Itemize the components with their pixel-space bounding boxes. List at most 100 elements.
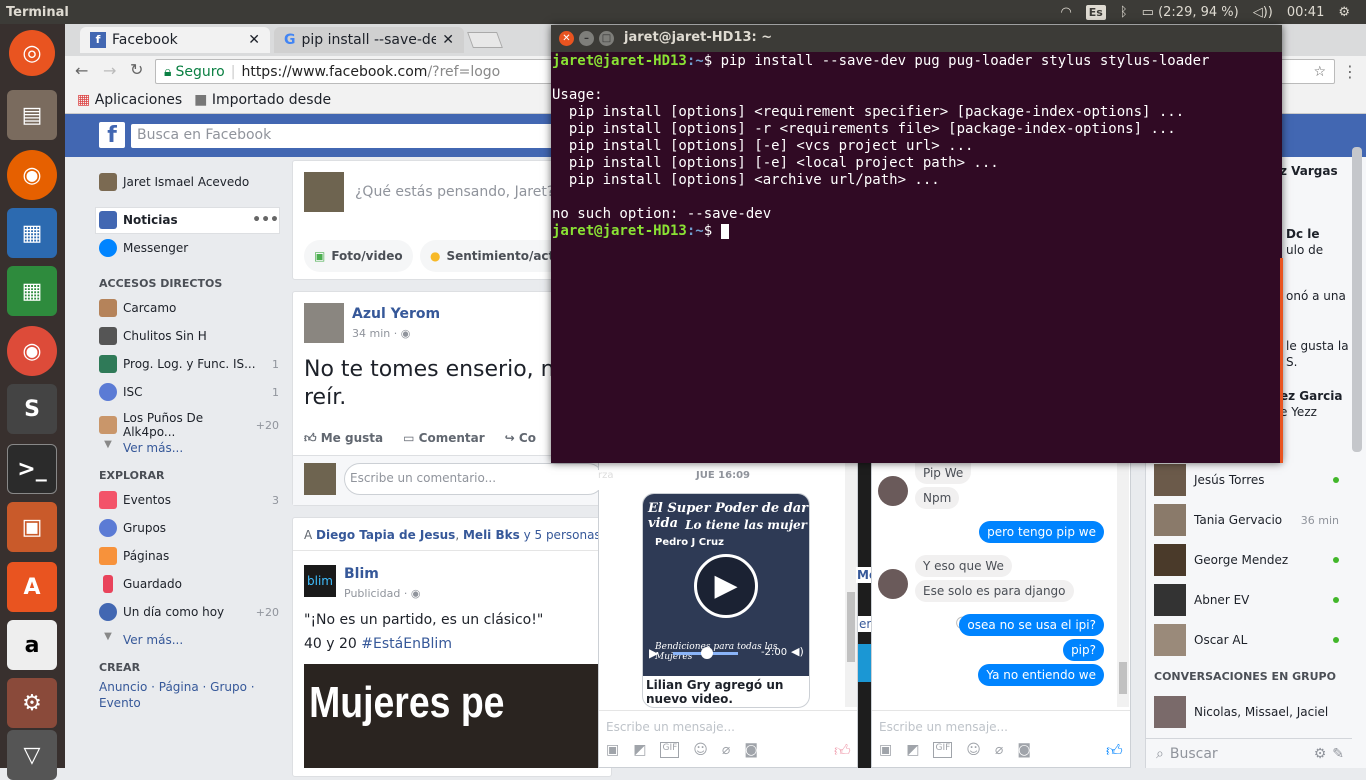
profile-link[interactable]: Jaret Ismael Acevedo — [99, 173, 279, 191]
emoji-icon[interactable]: ☺ — [966, 742, 981, 758]
attach-icon[interactable]: ⌀ — [995, 742, 1003, 758]
explore-see-more[interactable]: ▼ Ver más... — [99, 631, 279, 649]
shortcut-item[interactable]: Los Puños De Alk4po... +20 — [99, 411, 279, 439]
clock[interactable]: 00:41 — [1287, 5, 1324, 20]
camera-icon[interactable]: ◙ — [1017, 742, 1031, 758]
composer-input[interactable]: ¿Qué estás pensando, Jaret? — [355, 184, 554, 200]
volume-icon[interactable]: ◀) — [791, 645, 804, 658]
play-icon[interactable]: ▶ — [694, 554, 758, 618]
emoji-icon[interactable]: ☺ — [693, 742, 708, 758]
new-tab-button[interactable] — [467, 32, 503, 48]
firefox-icon[interactable]: ◉ — [7, 150, 57, 200]
back-icon[interactable]: ← — [75, 61, 88, 80]
explore-item[interactable]: Eventos 3 — [99, 491, 279, 509]
explore-item[interactable]: Grupos — [99, 519, 279, 537]
scroll-thumb[interactable] — [847, 592, 855, 662]
liked-name[interactable]: Diego Tapia de Jesus — [316, 528, 455, 542]
gif-icon[interactable]: GIF — [660, 742, 680, 758]
shared-video[interactable]: El Super Poder de dar vida Lo tiene las … — [642, 493, 810, 708]
sponsored-label[interactable]: Publicidad · ◉ — [344, 587, 420, 600]
reload-icon[interactable]: ↻ — [130, 60, 143, 79]
like-thumb-icon[interactable]: 👍︎ — [834, 741, 851, 761]
system-settings-icon[interactable]: ⚙ — [7, 678, 57, 728]
chat-scrollbar[interactable] — [845, 462, 857, 707]
close-tab-icon[interactable]: ✕ — [248, 32, 260, 48]
calc-icon[interactable]: ▦ — [7, 266, 57, 316]
terminal-icon[interactable]: >_ — [7, 444, 57, 494]
fb-search-input[interactable]: Busca en Facebook — [131, 124, 561, 148]
chrome-icon[interactable]: ◉ — [7, 326, 57, 376]
shortcut-item[interactable]: ISC 1 — [99, 383, 279, 401]
software-center-icon[interactable]: A — [7, 562, 57, 612]
explore-item[interactable]: Guardado — [99, 575, 279, 593]
chat-message-input[interactable]: Escribe un mensaje... — [606, 720, 735, 734]
progress-handle[interactable] — [701, 647, 713, 659]
bookmark-star-icon[interactable]: ☆ — [1313, 64, 1326, 80]
apps-bookmark[interactable]: ▦ Aplicaciones — [77, 92, 182, 108]
camera-icon[interactable]: ◙ — [744, 742, 758, 758]
share-button[interactable]: ↪ Co — [505, 431, 536, 446]
forward-icon[interactable]: → — [103, 61, 116, 80]
maximize-window-icon[interactable]: □ — [599, 31, 614, 46]
play-small-icon[interactable]: ▶ — [649, 646, 658, 660]
create-event-link[interactable]: Evento — [99, 696, 141, 710]
like-button[interactable]: 👍︎ Me gusta — [304, 431, 383, 446]
keyboard-layout-indicator[interactable]: Es — [1085, 4, 1106, 20]
gear-icon[interactable]: ⚙ — [1314, 746, 1327, 762]
scroll-thumb[interactable] — [1119, 662, 1127, 694]
sublime-icon[interactable]: S — [7, 384, 57, 434]
blim-logo[interactable]: blim — [304, 565, 336, 597]
attach-icon[interactable]: ⌀ — [722, 742, 730, 758]
contact-item[interactable]: Jesús Torres — [1154, 464, 1339, 496]
close-tab-icon[interactable]: ✕ — [442, 32, 454, 48]
like-thumb-icon[interactable]: 👍︎ — [1106, 741, 1123, 761]
compose-icon[interactable]: ✎ — [1332, 746, 1344, 762]
chat-scrollbar[interactable] — [1117, 462, 1129, 707]
imported-folder-bookmark[interactable]: ■ Importado desde — [194, 92, 331, 108]
ubuntu-dash-icon[interactable]: ◎ — [9, 30, 55, 76]
shortcut-item[interactable]: Carcamo — [99, 299, 279, 317]
menu-icon[interactable]: ⋮ — [1342, 62, 1358, 81]
photo-icon[interactable]: ▣ — [879, 742, 892, 758]
liked-rest[interactable]: y 5 personas más l — [524, 528, 604, 542]
bluetooth-icon[interactable]: ᛒ — [1120, 5, 1128, 20]
contact-item[interactable]: Oscar AL — [1154, 624, 1339, 656]
volume-icon[interactable]: ◁)) — [1253, 5, 1273, 20]
hashtag-link[interactable]: #EstáEnBlim — [361, 636, 452, 652]
minimize-window-icon[interactable]: – — [579, 31, 594, 46]
sidebar-scrollbar[interactable] — [1352, 147, 1362, 452]
contact-item[interactable]: Tania Gervacio 36 min — [1154, 504, 1339, 536]
comment-input[interactable]: Escribe un comentario... — [344, 463, 604, 495]
more-options-icon[interactable]: ••• — [252, 212, 279, 228]
post-author[interactable]: Azul Yerom — [352, 306, 440, 322]
post-author[interactable]: Blim — [344, 566, 379, 582]
files-icon[interactable]: ▤ — [7, 90, 57, 140]
writer-icon[interactable]: ▦ — [7, 208, 57, 258]
terminal-output[interactable]: jaret@jaret-HD13:~$ pip install --save-d… — [552, 53, 1280, 240]
shortcuts-see-more[interactable]: ▼ Ver más... — [99, 439, 279, 457]
trash-icon[interactable]: ▽ — [7, 730, 57, 780]
liked-name[interactable]: Meli Bks — [463, 528, 520, 542]
sticker-icon[interactable]: ◩ — [906, 742, 919, 758]
nav-noticias[interactable]: Noticias ••• — [99, 211, 279, 229]
ad-image[interactable]: Mujeres pe — [304, 664, 600, 768]
battery-indicator[interactable]: ▭ (2:29, 94 %) — [1142, 5, 1239, 20]
nav-messenger[interactable]: Messenger — [99, 239, 279, 257]
contact-item[interactable]: Abner EV — [1154, 584, 1339, 616]
tab-google[interactable]: G pip install --save-de ✕ — [274, 27, 464, 53]
explore-item[interactable]: Un día como hoy +20 — [99, 603, 279, 621]
comment-button[interactable]: ▭ Comentar — [403, 431, 485, 446]
close-window-icon[interactable]: ✕ — [559, 31, 574, 46]
explore-item[interactable]: Páginas — [99, 547, 279, 565]
photo-icon[interactable]: ▣ — [606, 742, 619, 758]
shortcut-item[interactable]: Prog. Log. y Func. IS... 1 — [99, 355, 279, 373]
create-links[interactable]: Anuncio · Página · Grupo · — [99, 680, 255, 694]
shortcut-item[interactable]: Chulitos Sin H — [99, 327, 279, 345]
sticker-icon[interactable]: ◩ — [633, 742, 646, 758]
tab-facebook[interactable]: f Facebook ✕ — [80, 27, 270, 53]
photo-video-button[interactable]: ▣ Foto/video — [304, 240, 413, 272]
contact-item[interactable]: George Mendez — [1154, 544, 1339, 576]
post-time[interactable]: 34 min · ◉ — [352, 327, 410, 340]
group-conversation-item[interactable]: Nicolas, Missael, Jaciel — [1154, 696, 1339, 728]
amazon-icon[interactable]: a — [7, 620, 57, 670]
